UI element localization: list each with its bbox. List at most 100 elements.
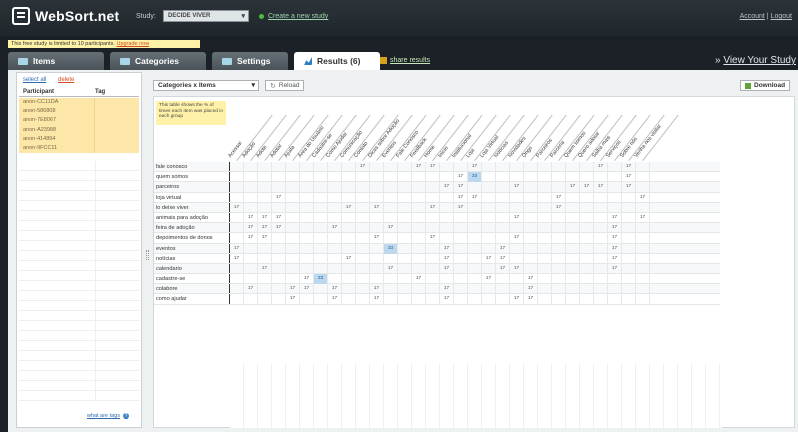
matrix-cell [328,263,342,274]
matrix-cell [426,223,440,234]
matrix-cell [314,162,328,172]
what-are-tags-link[interactable]: what are tags? [87,413,130,419]
tab-results[interactable]: Results (6) [294,52,380,70]
matrix-cell [440,223,454,234]
matrix-cell [580,294,594,305]
resize-handle[interactable] [146,250,149,260]
column-header: Ongs [521,97,567,161]
download-button[interactable]: Download [740,80,791,91]
matrix-cell: 17 [496,263,510,274]
matrix-cell [286,212,300,223]
matrix-cell [636,253,650,264]
column-header: Notícias [493,97,539,161]
matrix-cell [230,284,244,295]
matrix-row: eventos 17 33 17 17 17 [154,243,720,254]
matrix-cell: 17 [342,253,356,264]
view-mode-select[interactable]: Categories x Items [153,80,259,91]
matrix-cell [230,263,244,274]
matrix-row: feira de adoção 17 17 17 17 17 17 [154,223,720,234]
logout-link[interactable]: Logout [771,13,792,20]
account-link[interactable]: Account [740,13,765,20]
matrix-cell [608,284,622,295]
upgrade-link[interactable]: Upgrade now [116,41,149,47]
matrix-cell: 17 [454,182,468,193]
matrix-cell [398,263,412,274]
matrix-cell [608,172,622,183]
matrix-cell: 17 [440,182,454,193]
matrix-cell [580,263,594,274]
matrix-cell: 17 [608,263,622,274]
matrix-cell [258,253,272,264]
matrix-cell: 17 [342,202,356,213]
create-study-icon [259,14,264,19]
matrix-cell [230,223,244,234]
column-header: Cadastre-se [311,97,357,161]
matrix-cell: 17 [426,233,440,244]
matrix-cell [622,284,636,295]
matrix-cell: 17 [328,223,342,234]
matrix-cell [496,233,510,244]
participant-row[interactable]: anon-9FCC11 [19,143,139,154]
matrix-cell [538,253,552,264]
participant-row[interactable]: anon-CC11DA [19,98,139,108]
column-header: Início [437,97,483,161]
matrix-cell [356,182,370,193]
matrix-cell [496,192,510,203]
matrix-cell: 17 [230,253,244,264]
matrix-cell [398,202,412,213]
participant-row[interactable]: anon-7E8067 [19,116,139,126]
matrix-cell [286,162,300,172]
participant-row[interactable]: anon-586808 [19,107,139,117]
matrix-cell [622,192,636,203]
matrix-cell [286,172,300,183]
matrix-cell [468,202,482,213]
matrix-cell [496,162,510,172]
participant-row[interactable]: anon-414894 [19,134,139,144]
tab-items[interactable]: Items [8,52,104,70]
matrix-cell: 17 [412,162,426,172]
matrix-cell [412,172,426,183]
matrix-cell [300,263,314,274]
matrix-cell [286,192,300,203]
matrix-cell [510,192,524,203]
matrix-cell [468,263,482,274]
select-all-link[interactable]: select all [23,77,46,83]
column-header: Adote [255,97,301,161]
matrix-cell [342,263,356,274]
create-study-link[interactable]: Create a new study [268,13,328,20]
matrix-cell [496,274,510,285]
matrix-cell [524,202,538,213]
matrix-cell [538,223,552,234]
tab-categories[interactable]: Categories [110,52,206,70]
matrix-cell [384,253,398,264]
matrix-cell [566,284,580,295]
participant-table-header: Participant Tag [19,89,139,97]
matrix-cell [566,274,580,285]
categories-icon [120,57,130,65]
matrix-cell [258,274,272,285]
matrix-cell [454,223,468,234]
matrix-cell [482,202,496,213]
matrix-cell: 17 [286,284,300,295]
delete-link[interactable]: delete [58,77,74,83]
column-header: Loja [465,97,511,161]
logo[interactable]: WebSort.net [12,7,119,25]
matrix-cell [454,162,468,172]
matrix-cell [580,233,594,244]
matrix-cell: 17 [594,162,608,172]
share-results-link[interactable]: share results [380,57,430,64]
column-header: Institucional [451,97,497,161]
view-study-link[interactable]: » View Your Study [715,55,796,66]
matrix-cell [482,182,496,193]
matrix-cell: 17 [384,263,398,274]
matrix-cell: 17 [454,202,468,213]
matrix-cell: 17 [440,243,454,254]
matrix-cell [622,274,636,285]
tab-settings[interactable]: Settings [212,52,288,70]
reload-button[interactable]: ↻ Reload [265,80,305,91]
participant-row[interactable]: anon-A23988 [19,125,139,135]
study-select[interactable]: DECIDE VIVER [163,10,249,22]
matrix-cell [594,223,608,234]
matrix-cell [398,212,412,223]
matrix-cell [412,202,426,213]
